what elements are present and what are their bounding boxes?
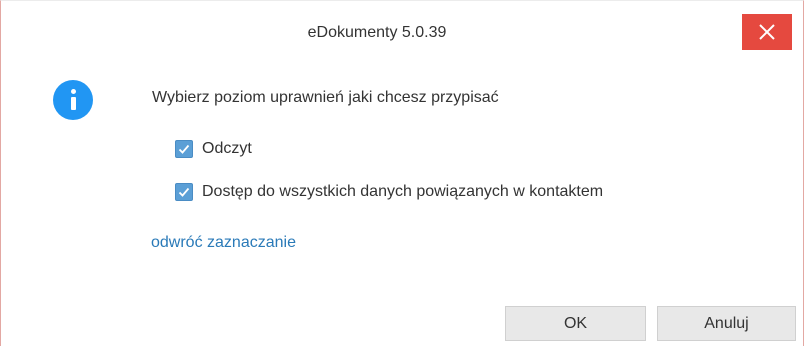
all-related-data-checkbox[interactable] xyxy=(175,183,193,201)
close-icon xyxy=(759,24,775,40)
all-related-data-label: Dostęp do wszystkich danych powiązanych … xyxy=(202,183,604,200)
prompt-text: Wybierz poziom uprawnień jaki chcesz prz… xyxy=(152,89,499,106)
checkmark-icon xyxy=(178,144,190,154)
window-title: eDokumenty 5.0.39 xyxy=(307,24,447,41)
read-label: Odczyt xyxy=(202,140,252,157)
cancel-button[interactable]: Anuluj xyxy=(657,306,796,341)
option-all-related-data[interactable]: Dostęp do wszystkich danych powiązanych … xyxy=(175,182,603,202)
info-icon xyxy=(53,80,93,120)
invert-selection-link[interactable]: odwróć zaznaczanie xyxy=(151,234,296,252)
title-bar: eDokumenty 5.0.39 xyxy=(1,1,803,51)
ok-button[interactable]: OK xyxy=(505,306,646,341)
dialog-window: eDokumenty 5.0.39 Wybierz poziom uprawni… xyxy=(0,0,804,346)
option-read[interactable]: Odczyt xyxy=(175,139,252,159)
close-button[interactable] xyxy=(742,14,792,50)
checkmark-icon xyxy=(178,187,190,197)
read-checkbox[interactable] xyxy=(175,140,193,158)
